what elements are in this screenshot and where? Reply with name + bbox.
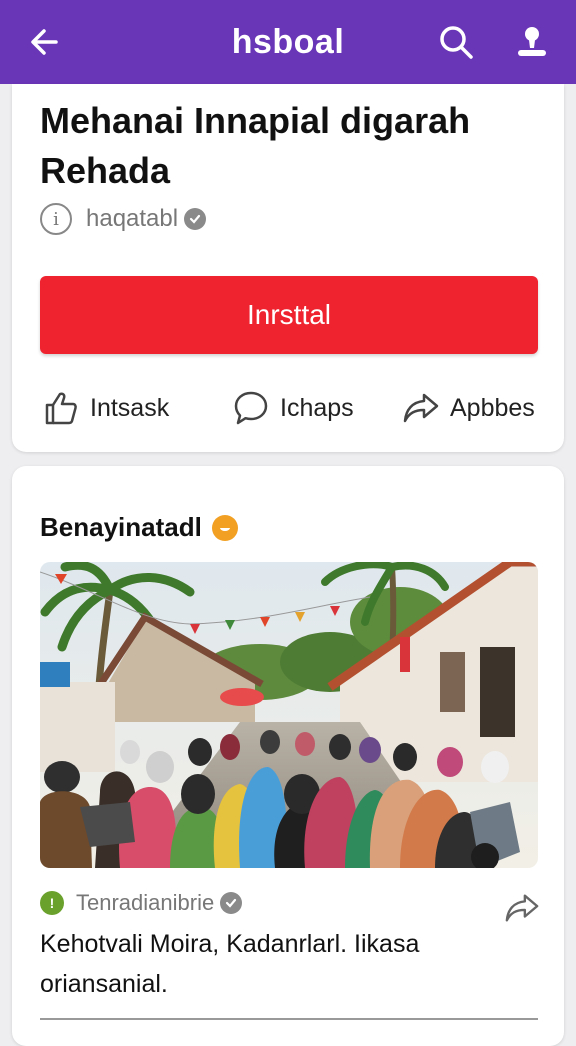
post-source: haqatabl xyxy=(86,205,179,232)
app-bar: hsboal xyxy=(0,0,576,84)
feed-item-title-row: Benayinatadl xyxy=(40,512,238,543)
comment-action[interactable]: Ichaps xyxy=(232,386,354,430)
verified-check-icon xyxy=(184,208,207,230)
info-icon[interactable]: i xyxy=(40,203,72,235)
share-icon[interactable] xyxy=(504,890,540,926)
post-actions: Intsask Ichaps Apbbes xyxy=(42,386,542,430)
feed-item-source: Tenradianibrie xyxy=(76,890,215,915)
install-button[interactable]: Inrsttal xyxy=(40,276,538,354)
post-card: Mehanai Innapial digarah Rehada i haqata… xyxy=(12,84,564,452)
source-logo-icon: ! xyxy=(40,891,64,915)
back-arrow-icon[interactable] xyxy=(26,22,66,62)
post-headline: Mehanai Innapial digarah Rehada xyxy=(40,100,471,191)
post-source-row: i haqatabl xyxy=(40,202,207,236)
share-arrow-icon xyxy=(403,393,439,423)
like-action[interactable]: Intsask xyxy=(42,386,169,430)
divider xyxy=(40,1018,538,1020)
feed-item-title: Benayinatadl xyxy=(40,512,202,542)
feed-item-caption: Kehotvali Moira, Kadanrlarl. Iikasa oria… xyxy=(40,930,420,998)
share-label: Apbbes xyxy=(450,393,535,422)
like-label: Intsask xyxy=(90,393,170,422)
app-title: hsboal xyxy=(231,22,345,61)
smiley-icon xyxy=(211,514,238,541)
search-icon[interactable] xyxy=(436,22,476,62)
verified-check-icon xyxy=(220,892,243,914)
profile-icon[interactable] xyxy=(512,22,552,62)
feed-item-card: Benayinatadl ! Tenradianibrie Kehotvali … xyxy=(12,466,564,1046)
feed-item-source-row: ! Tenradianibrie xyxy=(40,888,243,918)
thumbs-up-icon xyxy=(45,392,77,425)
share-action[interactable]: Apbbes xyxy=(402,386,535,430)
comment-icon xyxy=(234,391,268,425)
village-crowd-photo[interactable] xyxy=(40,562,538,868)
comment-label: Ichaps xyxy=(280,393,354,422)
